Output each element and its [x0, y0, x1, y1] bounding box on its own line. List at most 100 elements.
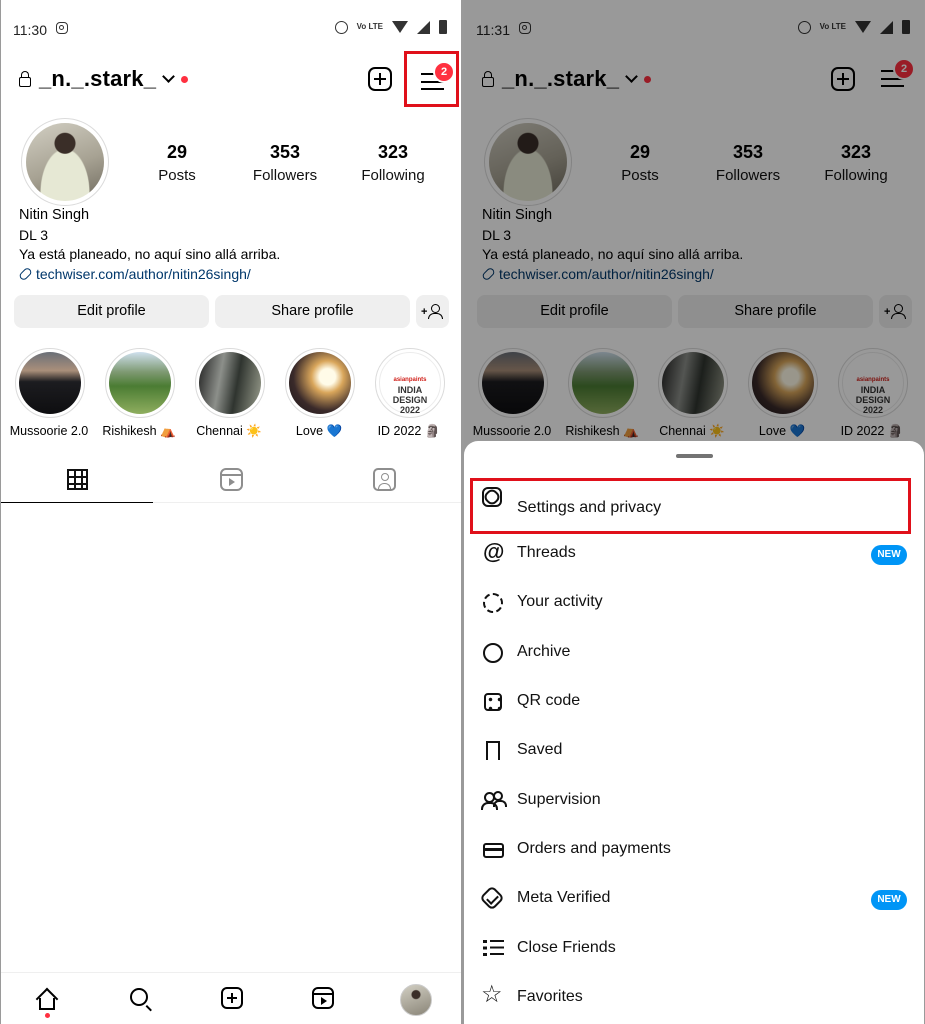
star-icon: ☆ — [481, 981, 503, 1008]
profile-screen-with-menu: 11:31 Vo LTE _n._.stark_ 2 29 Posts 353 Fo… — [464, 0, 924, 1024]
active-tab-indicator — [1, 501, 153, 503]
sheet-drag-handle[interactable] — [676, 454, 713, 458]
highlight-love[interactable] — [285, 348, 355, 418]
stat-value: 323 — [377, 142, 409, 162]
new-badge: NEW — [871, 890, 907, 910]
menu-badge: 2 — [433, 61, 455, 83]
username: _n._.stark_ — [39, 66, 157, 91]
menu-item-label: Archive — [517, 643, 571, 660]
create-button[interactable] — [368, 67, 392, 91]
status-time: 11:30 — [13, 22, 47, 38]
volte-icon: Vo LTE — [356, 22, 383, 31]
menu-item-saved[interactable]: Saved — [464, 731, 924, 771]
edit-profile-button[interactable]: Edit profile — [14, 295, 209, 328]
notification-dot — [181, 75, 189, 83]
menu-button[interactable]: 2 — [404, 51, 459, 107]
notification-dot — [45, 1013, 50, 1018]
menu-item-archive[interactable]: Archive — [464, 633, 924, 673]
profile-avatar[interactable] — [21, 118, 109, 206]
highlight-id-2022[interactable]: asianpaints INDIA DESIGN 2022 — [375, 348, 445, 418]
verified-icon — [479, 885, 505, 911]
menu-item-settings[interactable]: Settings and privacy — [470, 478, 911, 534]
menu-item-label: Orders and payments — [517, 840, 671, 857]
followers-stat[interactable]: 353 Followers — [235, 142, 335, 184]
menu-item-label: Your activity — [517, 593, 603, 610]
bio-line: Ya está planeado, no aquí sino allá arri… — [19, 246, 281, 262]
highlight-label: Chennai ☀️ — [196, 424, 262, 438]
share-profile-button[interactable]: Share profile — [215, 295, 410, 328]
menu-item-threads[interactable]: @ Threads NEW — [464, 534, 924, 574]
menu-item-qr-code[interactable]: QR code — [464, 682, 924, 722]
create-icon[interactable] — [221, 987, 243, 1009]
menu-item-label: Threads — [517, 544, 576, 561]
reels-tab-icon[interactable] — [220, 468, 243, 491]
lock-icon — [19, 71, 31, 87]
archive-icon — [481, 641, 505, 665]
close-friends-icon — [481, 937, 505, 961]
highlight-label: Rishikesh ⛺ — [102, 424, 176, 438]
stat-label: Following — [361, 167, 425, 184]
highlight-mussoorie[interactable] — [15, 348, 85, 418]
person-icon — [431, 304, 440, 313]
tagged-tab-icon[interactable] — [373, 468, 396, 491]
menu-item-label: Saved — [517, 741, 563, 758]
alarm-icon — [334, 20, 348, 34]
menu-item-label: Supervision — [517, 791, 601, 808]
bottom-nav — [1, 972, 461, 1024]
posts-stat[interactable]: 29 Posts — [127, 142, 227, 184]
menu-item-favorites[interactable]: ☆ Favorites — [464, 978, 924, 1018]
stat-value: 353 — [269, 142, 301, 162]
home-icon[interactable] — [35, 987, 59, 1011]
profile-tabs — [1, 458, 461, 503]
supervision-icon — [481, 789, 507, 813]
activity-icon — [481, 591, 505, 615]
highlight-chennai[interactable] — [195, 348, 265, 418]
menu-item-label: Close Friends — [517, 939, 616, 956]
signal-icon — [417, 20, 430, 34]
menu-item-your-activity[interactable]: Your activity — [464, 583, 924, 623]
discover-people-button[interactable]: + — [416, 295, 449, 328]
search-icon[interactable] — [130, 988, 148, 1006]
plus-icon: + — [421, 306, 428, 318]
profile-nav-avatar[interactable] — [400, 984, 432, 1016]
threads-icon: @ — [483, 539, 505, 564]
battery-icon — [439, 20, 447, 34]
menu-item-label: Favorites — [517, 988, 583, 1005]
menu-bottom-sheet: Settings and privacy @ Threads NEW Your … — [464, 441, 924, 1024]
settings-icon — [481, 486, 505, 510]
highlight-label: Mussoorie 2.0 — [9, 424, 89, 438]
new-badge: NEW — [871, 545, 907, 565]
stat-label: Followers — [252, 167, 318, 184]
account-switcher[interactable]: _n._.stark_ — [19, 66, 189, 92]
stat-value: 29 — [166, 142, 188, 162]
stat-label: Posts — [158, 167, 196, 184]
menu-item-supervision[interactable]: Supervision — [464, 781, 924, 821]
reels-icon[interactable] — [312, 987, 334, 1009]
menu-item-close-friends[interactable]: Close Friends — [464, 929, 924, 969]
menu-item-orders-payments[interactable]: Orders and payments — [464, 830, 924, 870]
bio-link-text: techwiser.com/author/nitin26singh/ — [36, 265, 251, 282]
bio-line: DL 3 — [19, 226, 49, 243]
display-name: Nitin Singh — [19, 207, 90, 223]
bookmark-icon — [481, 739, 505, 763]
menu-item-meta-verified[interactable]: Meta Verified NEW — [464, 879, 924, 919]
grid-icon[interactable] — [67, 469, 88, 490]
following-stat[interactable]: 323 Following — [343, 142, 443, 184]
highlight-label: Love 💙 — [295, 424, 343, 438]
menu-item-label: QR code — [517, 692, 581, 709]
status-bar: 11:30 Vo LTE — [1, 0, 461, 60]
card-icon — [481, 838, 505, 862]
highlight-label: ID 2022 🗿 — [377, 424, 441, 438]
qr-code-icon — [481, 690, 505, 714]
wifi-icon — [392, 21, 408, 33]
menu-item-label: Settings and privacy — [517, 499, 662, 516]
menu-item-label: Meta Verified — [517, 889, 611, 906]
link-icon — [18, 266, 33, 282]
chevron-down-icon — [162, 70, 176, 83]
india-design-logo: asianpaints INDIA DESIGN 2022 — [392, 377, 428, 415]
profile-screen: 11:30 Vo LTE _n._.stark_ 2 29 Posts 353 Fo… — [1, 0, 461, 1024]
bio-link[interactable]: techwiser.com/author/nitin26singh/ — [18, 265, 280, 285]
highlight-rishikesh[interactable] — [105, 348, 175, 418]
instagram-notification-icon — [56, 22, 68, 34]
bio: Nitin Singh DL 3 Ya está planeado, no aq… — [18, 206, 281, 285]
